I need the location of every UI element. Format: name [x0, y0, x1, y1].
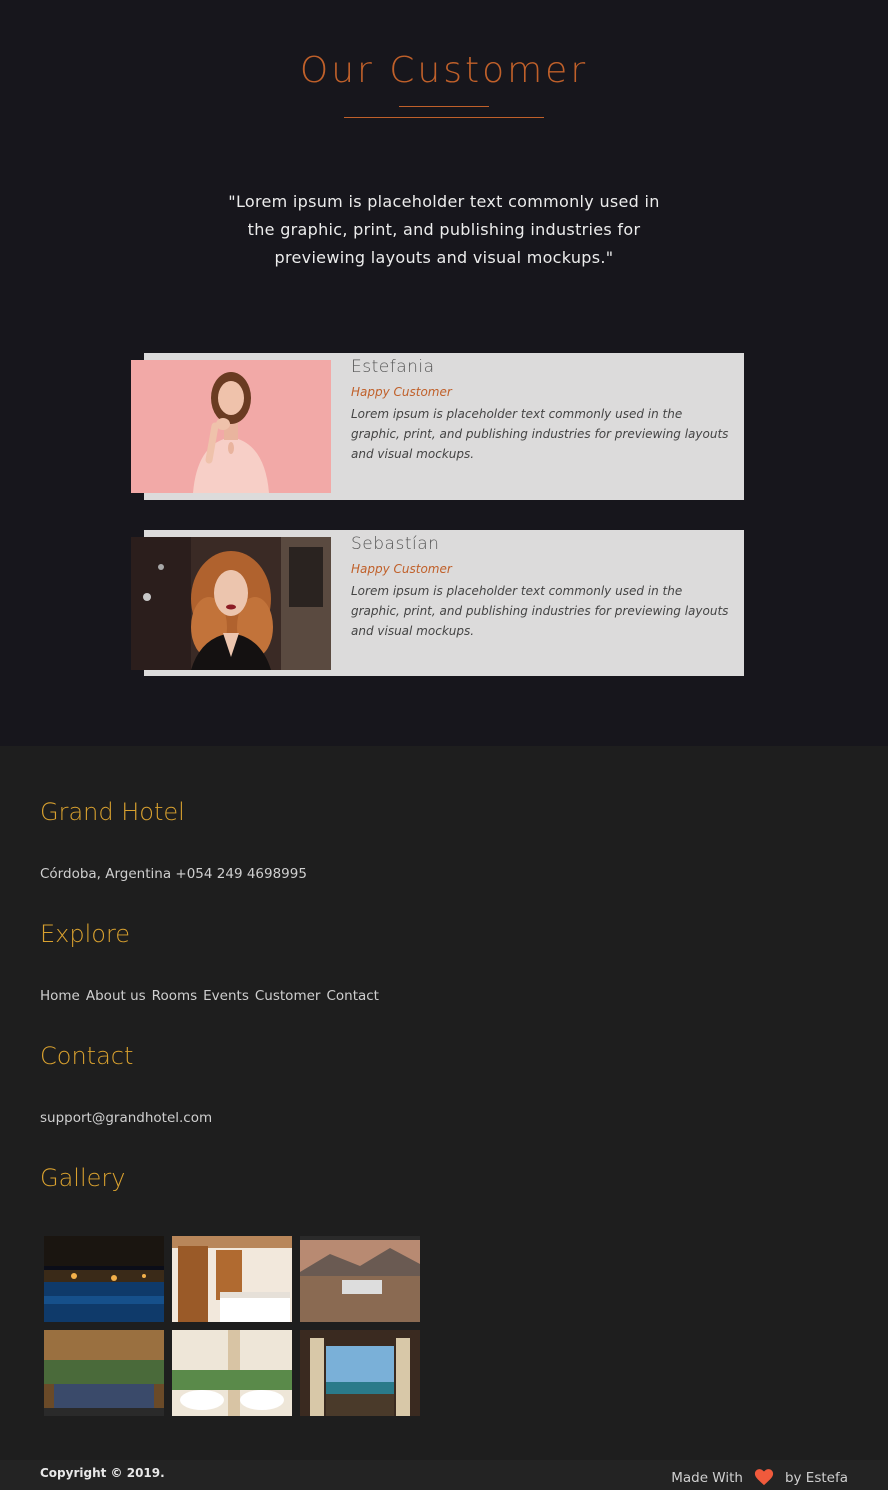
customer-name: Estefania — [351, 357, 435, 377]
bottom-bar: Copyright © 2019. Made With by Estefa — [0, 1460, 888, 1490]
nav-link-events[interactable]: Events — [203, 988, 249, 1004]
footer-heading-contact: Contact — [40, 1042, 134, 1070]
title-underline-long — [344, 117, 544, 118]
gallery-image-terrace-lounge[interactable] — [300, 1330, 420, 1416]
footer-heading-hotel: Grand Hotel — [40, 798, 185, 826]
gallery-image-hotel-bedroom[interactable] — [172, 1236, 292, 1322]
nav-link-contact[interactable]: Contact — [326, 988, 379, 1004]
nav-link-rooms[interactable]: Rooms — [152, 988, 197, 1004]
customer-role: Happy Customer — [351, 562, 452, 576]
gallery-image-lobby-lounge[interactable] — [44, 1330, 164, 1416]
gallery-image-banquet-hall[interactable] — [172, 1330, 292, 1416]
customer-photo — [131, 537, 331, 670]
gallery-image-pool-at-night[interactable] — [44, 1236, 164, 1322]
section-title: Our Customer — [299, 50, 589, 91]
customer-name: Sebastían — [351, 534, 440, 554]
footer-heading-explore: Explore — [40, 920, 131, 948]
customer-role: Happy Customer — [351, 385, 452, 399]
customer-photo — [131, 360, 331, 493]
author-label: by Estefa — [784, 1470, 848, 1486]
nav-link-customer[interactable]: Customer — [255, 988, 321, 1004]
customer-testimonial: Lorem ipsum is placeholder text commonly… — [351, 584, 729, 638]
gallery-grid — [44, 1236, 424, 1416]
contact-email[interactable]: support@grandhotel.com — [40, 1110, 212, 1126]
testimonial-quote: "Lorem ipsum is placeholder text commonl… — [228, 192, 660, 267]
made-with-credit: Made With by Estefa — [671, 1466, 848, 1490]
nav-link-home[interactable]: Home — [40, 988, 80, 1004]
made-with-label: Made With — [671, 1470, 743, 1486]
copyright-text: Copyright © 2019. — [40, 1466, 165, 1480]
heart-icon — [753, 1466, 775, 1490]
customer-testimonial: Lorem ipsum is placeholder text commonly… — [351, 407, 729, 461]
gallery-image-mountain-view-room[interactable] — [300, 1236, 420, 1322]
hotel-address: Córdoba, Argentina +054 249 4698995 — [40, 866, 307, 882]
customer-card: Sebastían Happy Customer Lorem ipsum is … — [131, 530, 744, 676]
nav-link-about-us[interactable]: About us — [86, 988, 146, 1004]
site-footer: Grand Hotel Córdoba, Argentina +054 249 … — [0, 746, 888, 1460]
customers-section: Our Customer "Lorem ipsum is placeholder… — [0, 0, 888, 746]
footer-heading-gallery: Gallery — [40, 1164, 126, 1192]
footer-nav: Home About us Rooms Events Customer Cont… — [40, 988, 379, 1004]
customer-card: Estefania Happy Customer Lorem ipsum is … — [131, 353, 744, 500]
title-underline-short — [399, 106, 489, 107]
